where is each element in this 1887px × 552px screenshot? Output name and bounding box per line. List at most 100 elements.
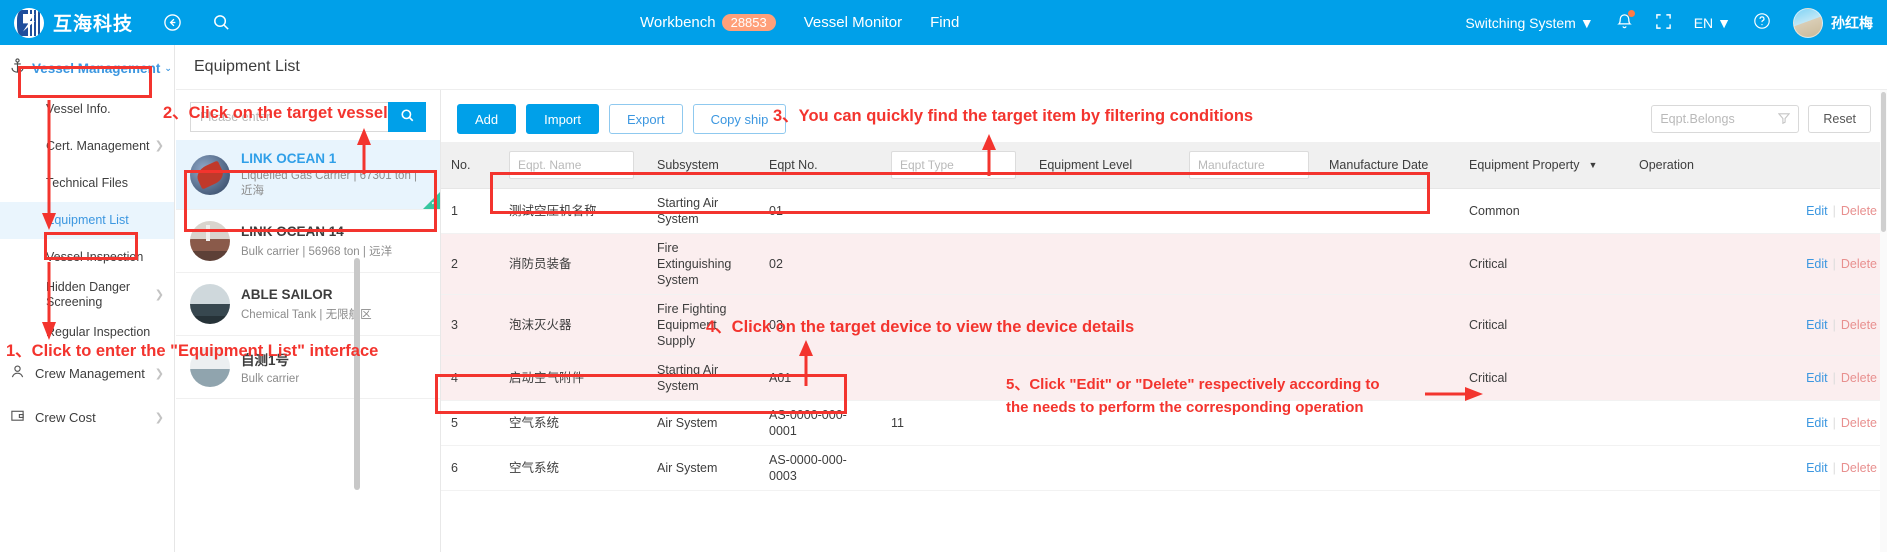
sidebar-item-hidden-danger-screening[interactable]: Hidden Danger Screening ❯ bbox=[0, 276, 174, 314]
cell-name[interactable]: 泡沫灭火器 bbox=[499, 294, 647, 356]
sidebar-item-technical-files[interactable]: Technical Files bbox=[0, 165, 174, 202]
language-selector[interactable]: EN ▼ bbox=[1694, 15, 1731, 31]
manufacture-filter-input[interactable]: Manufacture bbox=[1189, 150, 1309, 179]
equipment-property-select[interactable]: Equipment Property ▼ bbox=[1469, 158, 1619, 172]
nav-find[interactable]: Find bbox=[930, 14, 959, 31]
table-row[interactable]: 2 消防员装备 Fire Extinguishing System 02 Cri… bbox=[441, 233, 1887, 295]
vessel-card-link-ocean-14[interactable]: LINK OCEAN 14 Bulk carrier | 56968 ton |… bbox=[176, 210, 440, 273]
edit-link[interactable]: Edit bbox=[1806, 461, 1828, 475]
vessel-name: ABLE SAILOR bbox=[241, 286, 333, 302]
filter-icon bbox=[1778, 112, 1791, 127]
cell-manufacture bbox=[1179, 445, 1319, 491]
sidebar-item-crew-cost[interactable]: Crew Cost ❯ bbox=[0, 395, 174, 439]
chevron-down-icon: ⌄ bbox=[164, 62, 172, 73]
delete-link[interactable]: Delete bbox=[1841, 318, 1877, 332]
equipment-list-main: Add Import Export Copy ship Eqpt.Belongs… bbox=[441, 90, 1887, 552]
anchor-icon bbox=[10, 58, 32, 78]
cell-level bbox=[1029, 445, 1179, 491]
eqpt-name-filter-input[interactable]: Eqpt. Name bbox=[509, 150, 634, 179]
col-eqpt-no: Eqpt No. bbox=[759, 142, 881, 189]
cell-name[interactable]: 消防员装备 bbox=[499, 233, 647, 295]
main-scrollbar[interactable] bbox=[1880, 90, 1887, 552]
app-logo[interactable]: 互海科技 bbox=[14, 7, 133, 38]
user-profile[interactable]: 孙红梅 bbox=[1793, 7, 1873, 38]
back-circle-icon[interactable] bbox=[163, 13, 182, 32]
nav-vessel-monitor[interactable]: Vessel Monitor bbox=[804, 14, 902, 31]
delete-link[interactable]: Delete bbox=[1841, 461, 1877, 475]
delete-link[interactable]: Delete bbox=[1841, 416, 1877, 430]
vessel-thumbnail bbox=[190, 284, 230, 324]
cell-subsystem: Air System bbox=[647, 400, 759, 446]
vessel-list-scrollbar[interactable] bbox=[354, 258, 360, 490]
equipment-property-label: Equipment Property bbox=[1469, 157, 1580, 172]
table-row[interactable]: 3 泡沫灭火器 Fire Fighting Equipment Supply 0… bbox=[441, 294, 1887, 356]
check-icon: ✓ bbox=[430, 197, 438, 207]
col-eqpt-name: Eqpt. Name bbox=[499, 142, 647, 189]
vessel-meta: Bulk carrier bbox=[241, 373, 300, 385]
cell-no: 1 bbox=[441, 188, 499, 234]
annotation-2: 2、Click on the target vessel bbox=[163, 104, 388, 122]
delete-link[interactable]: Delete bbox=[1841, 371, 1877, 385]
cell-name[interactable]: 测试空压机名称 bbox=[499, 188, 647, 234]
sidebar-item-vessel-inspection[interactable]: Vessel Inspection bbox=[0, 239, 174, 276]
operation-separator: | bbox=[1832, 415, 1836, 430]
vessel-search-button[interactable] bbox=[388, 102, 426, 132]
edit-link[interactable]: Edit bbox=[1806, 318, 1828, 332]
edit-link[interactable]: Edit bbox=[1806, 416, 1828, 430]
user-name: 孙红梅 bbox=[1831, 14, 1873, 31]
cell-operation: Edit | Delete bbox=[1629, 294, 1887, 356]
chevron-down-icon: ▼ bbox=[1579, 14, 1594, 31]
chevron-right-icon: ❯ bbox=[154, 411, 164, 424]
add-button[interactable]: Add bbox=[457, 104, 517, 134]
table-row[interactable]: 6 空气系统 Air System AS-0000-000-0003 Edit |… bbox=[441, 445, 1887, 491]
sidebar-group-vessel-management[interactable]: Vessel Management ⌄ bbox=[0, 45, 174, 91]
cell-name[interactable]: 启动空气附件 bbox=[499, 355, 647, 401]
cell-operation: Edit | Delete bbox=[1629, 188, 1887, 234]
sidebar-item-label: Cert. Management bbox=[46, 139, 150, 153]
cell-manufacture bbox=[1179, 294, 1319, 356]
vessel-card-able-sailor[interactable]: ABLE SAILOR Chemical Tank | 无限航区 bbox=[176, 273, 440, 336]
table-body: 1 测试空压机名称 Starting Air System 01 Common … bbox=[441, 188, 1887, 491]
scrollbar-thumb[interactable] bbox=[1881, 92, 1886, 232]
edit-link[interactable]: Edit bbox=[1806, 257, 1828, 271]
col-no: No. bbox=[441, 142, 499, 189]
eqpt-belongs-filter[interactable]: Eqpt.Belongs bbox=[1651, 105, 1800, 133]
switching-system-dropdown[interactable]: Switching System ▼ bbox=[1465, 15, 1593, 31]
cell-eqpt-type bbox=[881, 188, 1029, 234]
cell-subsystem: Air System bbox=[647, 445, 759, 491]
reset-button[interactable]: Reset bbox=[1808, 105, 1871, 133]
col-equipment-level: Equipment Level bbox=[1029, 142, 1179, 189]
cell-level bbox=[1029, 188, 1179, 234]
delete-link[interactable]: Delete bbox=[1841, 257, 1877, 271]
sidebar-item-vessel-info[interactable]: Vessel Info. bbox=[0, 91, 174, 128]
sidebar-item-cert-management[interactable]: Cert. Management ❯ bbox=[0, 128, 174, 165]
table-row[interactable]: 1 测试空压机名称 Starting Air System 01 Common … bbox=[441, 188, 1887, 234]
vessel-card-link-ocean-1[interactable]: LINK OCEAN 1 Liquefied Gas Carrier | 673… bbox=[176, 140, 440, 210]
edit-link[interactable]: Edit bbox=[1806, 204, 1828, 218]
sidebar-item-label: Regular Inspection bbox=[46, 325, 151, 339]
export-button[interactable]: Export bbox=[608, 104, 683, 134]
equipment-table: No. Eqpt. Name Subsystem Eqpt No. Eqpt T… bbox=[441, 142, 1887, 491]
col-subsystem: Subsystem bbox=[647, 142, 759, 189]
edit-link[interactable]: Edit bbox=[1806, 371, 1828, 385]
person-icon bbox=[10, 364, 35, 383]
annotation-1: 1、Click to enter the "Equipment List" in… bbox=[6, 342, 379, 360]
chevron-down-icon: ▼ bbox=[1588, 159, 1598, 170]
fullscreen-icon[interactable] bbox=[1655, 13, 1672, 33]
import-button[interactable]: Import bbox=[526, 104, 599, 134]
nav-workbench[interactable]: Workbench 28853 bbox=[640, 14, 776, 31]
cell-name[interactable]: 空气系统 bbox=[499, 445, 647, 491]
operation-separator: | bbox=[1832, 317, 1836, 332]
help-circle-icon[interactable] bbox=[1753, 12, 1771, 33]
cell-manufacture-date bbox=[1319, 188, 1459, 234]
cell-manufacture bbox=[1179, 188, 1319, 234]
bell-icon[interactable] bbox=[1616, 10, 1635, 33]
cell-name[interactable]: 空气系统 bbox=[499, 400, 647, 446]
cell-level bbox=[1029, 233, 1179, 295]
vessel-meta: Chemical Tank | 无限航区 bbox=[241, 308, 372, 321]
search-icon[interactable] bbox=[212, 13, 231, 32]
annotation-4: 4、Click on the target device to view the… bbox=[706, 318, 1135, 336]
annotation-5-line1: 5、Click "Edit" or "Delete" respectively … bbox=[1006, 376, 1380, 393]
sidebar-item-equipment-list[interactable]: Equipment List bbox=[0, 202, 174, 239]
delete-link[interactable]: Delete bbox=[1841, 204, 1877, 218]
